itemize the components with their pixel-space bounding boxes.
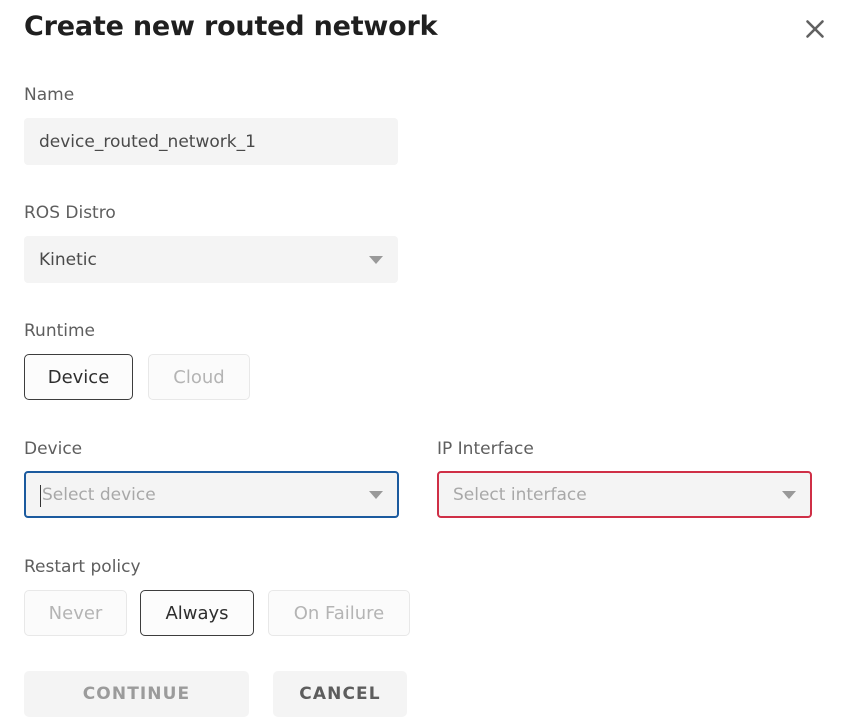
close-icon (804, 18, 826, 40)
ip-interface-select[interactable]: Select interface (437, 471, 812, 518)
name-label: Name (24, 85, 75, 105)
runtime-option-device-label: Device (47, 366, 110, 388)
chevron-down-icon (782, 490, 796, 499)
device-select[interactable]: Select device (24, 471, 399, 518)
text-cursor (40, 484, 41, 507)
runtime-option-device[interactable]: Device (24, 354, 133, 400)
create-routed-network-dialog: Create new routed network Name ROS Distr… (0, 0, 842, 724)
dialog-header: Create new routed network (0, 0, 842, 62)
cancel-button-label: CANCEL (299, 684, 381, 704)
restart-policy-option-never-label: Never (48, 602, 103, 624)
runtime-option-cloud[interactable]: Cloud (148, 354, 250, 400)
ros-distro-value: Kinetic (39, 249, 97, 270)
runtime-option-cloud-label: Cloud (173, 366, 225, 388)
restart-policy-option-on-failure[interactable]: On Failure (268, 590, 410, 636)
ros-distro-select[interactable]: Kinetic (24, 236, 398, 283)
chevron-down-icon (369, 255, 383, 264)
device-label: Device (24, 439, 83, 459)
restart-policy-option-on-failure-label: On Failure (293, 602, 385, 624)
continue-button-label: CONTINUE (82, 684, 191, 704)
restart-policy-option-always-label: Always (165, 602, 229, 624)
continue-button[interactable]: CONTINUE (24, 671, 249, 717)
device-select-placeholder: Select device (42, 484, 156, 505)
close-button[interactable] (799, 13, 831, 45)
restart-policy-option-always[interactable]: Always (140, 590, 254, 636)
cancel-button[interactable]: CANCEL (273, 671, 407, 717)
runtime-label: Runtime (24, 321, 96, 341)
ip-interface-select-placeholder: Select interface (453, 484, 587, 505)
restart-policy-option-never[interactable]: Never (24, 590, 127, 636)
restart-policy-label: Restart policy (24, 557, 141, 577)
ros-distro-label: ROS Distro (24, 203, 116, 223)
name-input[interactable] (24, 118, 398, 165)
ip-interface-label: IP Interface (437, 439, 534, 459)
page-title: Create new routed network (24, 11, 438, 42)
chevron-down-icon (369, 490, 383, 499)
